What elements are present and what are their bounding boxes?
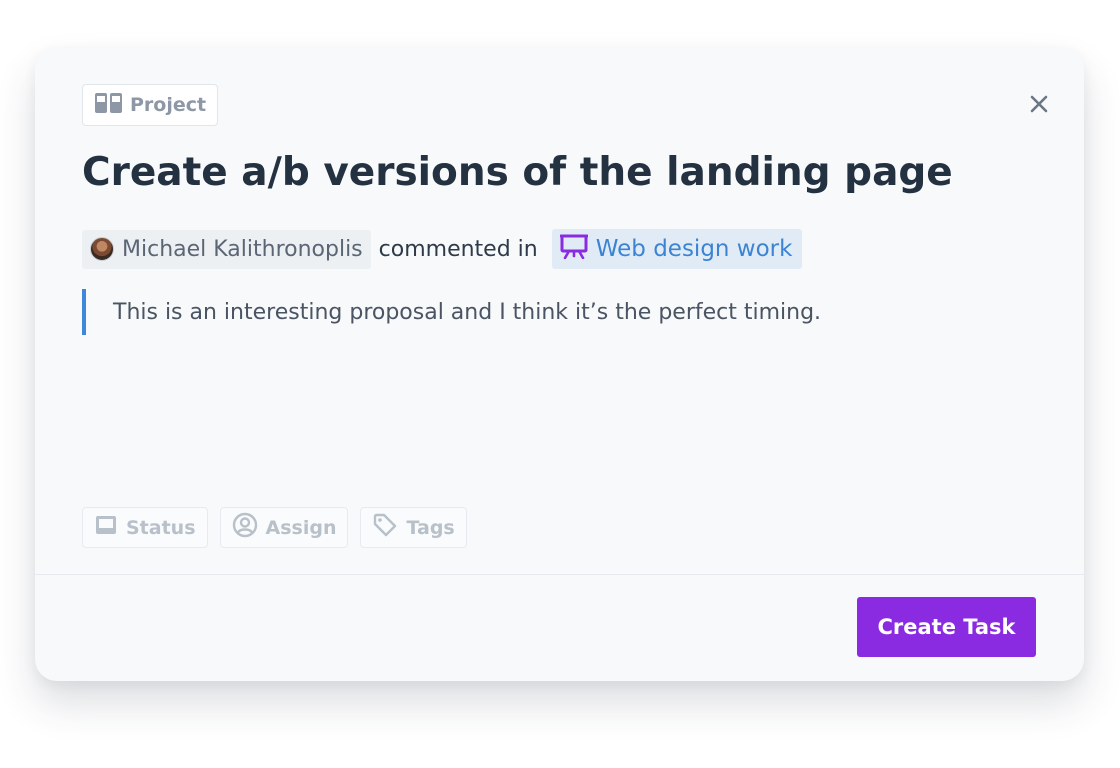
footer-divider — [35, 574, 1084, 575]
status-label: Status — [126, 516, 196, 539]
task-title: Create a/b versions of the landing page — [82, 150, 953, 195]
tag-icon — [372, 512, 398, 543]
presentation-board-icon — [559, 233, 589, 265]
action-text: commented in — [378, 236, 538, 262]
comment-text: This is an interesting proposal and I th… — [113, 299, 822, 325]
user-circle-icon — [232, 512, 258, 543]
create-task-button[interactable]: Create Task — [857, 597, 1036, 657]
create-task-dialog: Project Create a/b versions of the landi… — [35, 48, 1084, 681]
reference-label: Web design work — [595, 236, 793, 262]
author-name: Michael Kalithronoplis — [122, 236, 363, 262]
avatar — [90, 237, 114, 261]
status-button[interactable]: Status — [82, 507, 208, 548]
tags-label: Tags — [406, 516, 455, 539]
author-chip[interactable]: Michael Kalithronoplis — [82, 229, 371, 269]
tags-button[interactable]: Tags — [360, 507, 467, 548]
close-button[interactable] — [1025, 92, 1053, 120]
assign-label: Assign — [265, 516, 337, 539]
project-badge[interactable]: Project — [82, 84, 219, 126]
comment-meta: Michael Kalithronoplis commented in Web … — [82, 229, 803, 269]
inbox-icon — [94, 513, 118, 542]
comment-quote: This is an interesting proposal and I th… — [82, 289, 821, 335]
project-badge-label: Project — [130, 94, 207, 116]
task-actions: Status Assign Tags — [82, 507, 467, 548]
close-icon — [1030, 95, 1048, 117]
reference-link[interactable]: Web design work — [551, 229, 803, 269]
project-board-icon — [94, 92, 124, 119]
assign-button[interactable]: Assign — [219, 507, 349, 548]
